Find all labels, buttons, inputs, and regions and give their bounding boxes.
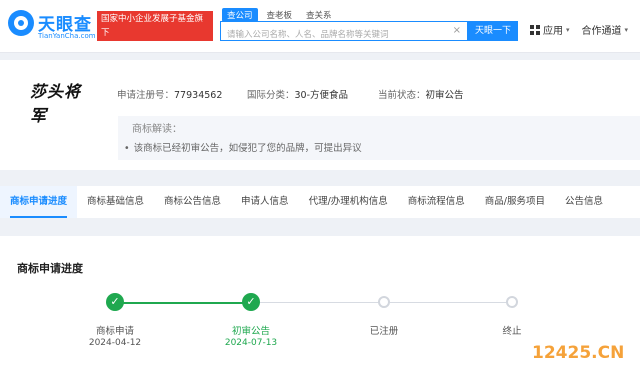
- class-label: 国际分类：: [247, 90, 295, 101]
- tab-agency-info[interactable]: 代理/办理机构信息: [299, 186, 398, 218]
- tab-notice-info[interactable]: 公告信息: [555, 186, 613, 218]
- reg-no-field: 申请注册号：77934562: [117, 87, 222, 101]
- tab-goods-services[interactable]: 商品/服务项目: [475, 186, 555, 218]
- progress-track-completed: [115, 302, 251, 304]
- search-box: ×: [220, 21, 468, 44]
- banner-line-2: 官方备案企业征信机构: [101, 42, 187, 52]
- tianyancha-logo[interactable]: 天眼查 TianYanCha.com: [8, 8, 96, 44]
- search-input[interactable]: [221, 26, 463, 44]
- tab-announcement-info[interactable]: 商标公告信息: [154, 186, 231, 218]
- trademark-name: 莎头将军: [30, 82, 82, 125]
- header-nav: 应用 ▾ 合作通道 ▾: [530, 22, 628, 37]
- tab-search-boss[interactable]: 查老板: [262, 8, 298, 22]
- trademark-interpretation: 商标解读： 该商标已经初审公告，如侵犯了您的品牌，可提出异议: [118, 116, 640, 160]
- apps-menu[interactable]: 应用 ▾: [530, 22, 570, 37]
- status-value: 初审公告: [425, 90, 464, 101]
- credit-banner[interactable]: 国家中小企业发展子基金旗下 官方备案企业征信机构: [97, 11, 213, 52]
- reg-no-value: 77934562: [174, 90, 223, 101]
- trademark-summary-card: 莎头将军 申请注册号：77934562 国际分类：30-方便食品 当前状态：初审…: [0, 60, 640, 170]
- section-title: 商标申请进度: [17, 262, 83, 275]
- step-label: 已注册: [369, 326, 399, 337]
- tab-search-company[interactable]: 查公司: [222, 8, 258, 22]
- section-tabs: 商标申请进度 商标基础信息 商标公告信息 申请人信息 代理/办理机构信息 商标流…: [0, 186, 640, 218]
- clear-icon[interactable]: ×: [453, 25, 461, 36]
- class-field: 国际分类：30-方便食品: [247, 87, 348, 101]
- search-type-tabs: 查公司 查老板 查关系: [222, 8, 337, 22]
- step-pending-dot-icon: [378, 296, 390, 308]
- chevron-down-icon: ▾: [566, 25, 570, 34]
- tab-applicant-info[interactable]: 申请人信息: [231, 186, 299, 218]
- step-label: 终止: [502, 326, 522, 337]
- tab-process-info[interactable]: 商标流程信息: [398, 186, 475, 218]
- status-label: 当前状态：: [378, 90, 426, 101]
- banner-line-1: 国家中小企业发展子基金旗下: [101, 14, 204, 38]
- apps-grid-icon: [530, 24, 540, 35]
- tab-basic-info[interactable]: 商标基础信息: [77, 186, 154, 218]
- step-pending-dot-icon: [506, 296, 518, 308]
- eye-icon: [8, 10, 34, 36]
- step-label: 初审公告: [231, 326, 270, 337]
- top-bar: 天眼查 TianYanCha.com 国家中小企业发展子基金旗下 官方备案企业征…: [0, 0, 640, 53]
- chevron-down-icon: ▾: [624, 25, 629, 34]
- step-done-check-icon: ✓: [242, 293, 260, 311]
- reg-no-label: 申请注册号：: [117, 90, 175, 101]
- partner-menu[interactable]: 合作通道 ▾: [581, 22, 629, 38]
- apps-label: 应用: [543, 26, 563, 37]
- step-label: 商标申请: [95, 326, 134, 337]
- tab-search-relation[interactable]: 查关系: [301, 8, 337, 22]
- class-value: 30-方便食品: [294, 90, 349, 101]
- site-watermark: 12425.CN: [532, 343, 625, 363]
- logo-domain: TianYanCha.com: [38, 32, 96, 40]
- step-date: 2024-04-12: [88, 338, 142, 348]
- partner-label: 合作通道: [581, 26, 622, 37]
- status-field: 当前状态：初审公告: [378, 87, 464, 101]
- step-date: 2024-07-13: [224, 338, 278, 348]
- step-done-check-icon: ✓: [106, 293, 124, 311]
- tab-application-progress[interactable]: 商标申请进度: [0, 186, 78, 218]
- interp-title: 商标解读：: [132, 124, 182, 135]
- interp-item: 该商标已经初审公告，如侵犯了您的品牌，可提出异议: [124, 140, 362, 154]
- search-button[interactable]: 天眼一下: [468, 21, 518, 41]
- trademark-image: 莎头将军: [30, 76, 94, 128]
